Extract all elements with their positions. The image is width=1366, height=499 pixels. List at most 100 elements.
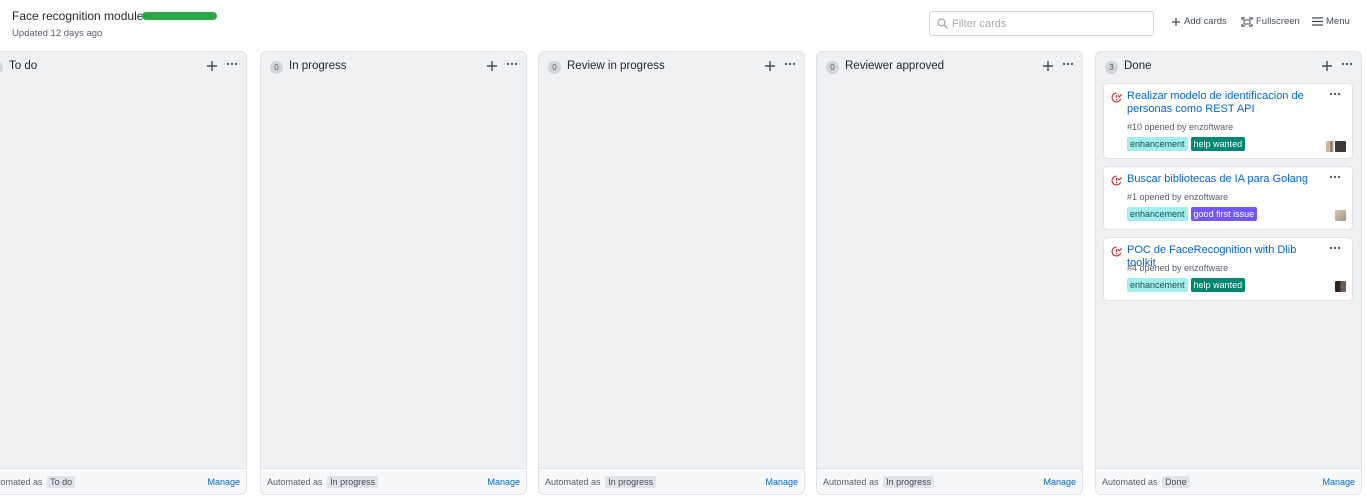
avatar[interactable] <box>1334 280 1347 293</box>
fullscreen-button[interactable]: Fullscreen <box>1241 16 1300 27</box>
column-footer: Automated as In progress Manage <box>539 468 804 494</box>
more-options-icon[interactable] <box>784 62 796 66</box>
manage-automation-link[interactable]: Manage <box>765 477 798 487</box>
label-help-wanted[interactable]: help wanted <box>1190 137 1246 151</box>
add-cards-button[interactable]: Add cards <box>1171 16 1227 27</box>
more-options-icon[interactable] <box>226 62 238 66</box>
automation-status: Automated as In progress <box>545 476 657 488</box>
automation-tag: Done <box>1162 476 1190 488</box>
more-options-icon[interactable] <box>506 62 518 66</box>
menu-button[interactable]: Menu <box>1312 16 1350 27</box>
issue-labels: enhancement help wanted <box>1127 278 1246 292</box>
closed-issue-icon <box>1111 246 1122 257</box>
automation-status: Automated as In progress <box>267 476 379 488</box>
column-title: To do <box>9 60 38 72</box>
assignee-avatars <box>1325 140 1347 153</box>
automation-tag: In progress <box>327 476 379 488</box>
add-card-icon[interactable] <box>206 60 218 72</box>
filter-cards-input[interactable] <box>952 15 1147 33</box>
manage-automation-link[interactable]: Manage <box>487 477 520 487</box>
manage-automation-link[interactable]: Manage <box>1043 477 1076 487</box>
fullscreen-label: Fullscreen <box>1256 16 1300 27</box>
plus-icon <box>1172 17 1180 26</box>
menu-label: Menu <box>1326 16 1350 27</box>
avatar[interactable] <box>1334 209 1347 222</box>
project-progress-bar <box>142 12 217 20</box>
card-more-options-icon[interactable] <box>1329 246 1341 250</box>
automation-status: Automated as Done <box>1102 476 1190 488</box>
issue-title-link[interactable]: Buscar bibliotecas de IA para Golang <box>1127 173 1312 186</box>
issue-card[interactable]: Realizar modelo de identificacion de per… <box>1103 83 1353 159</box>
automation-tag: To do <box>47 476 76 488</box>
project-title: Face recognition module <box>12 9 144 23</box>
avatar[interactable] <box>1334 140 1347 153</box>
hamburger-icon <box>1312 17 1323 26</box>
issue-meta: #10 opened by enzoftware <box>1127 122 1234 132</box>
automation-tag: In progress <box>883 476 935 488</box>
add-cards-label: Add cards <box>1184 16 1227 27</box>
column-header: 3 Done <box>1096 52 1361 82</box>
column-review-in-progress: 0 Review in progress Automated as In pro… <box>538 51 805 495</box>
card-more-options-icon[interactable] <box>1329 92 1341 96</box>
automation-tag: In progress <box>605 476 657 488</box>
manage-automation-link[interactable]: Manage <box>1322 477 1355 487</box>
label-good-first-issue[interactable]: good first issue <box>1190 207 1258 221</box>
more-options-icon[interactable] <box>1062 62 1074 66</box>
filter-cards-field[interactable] <box>929 11 1154 36</box>
column-title: Reviewer approved <box>845 60 945 72</box>
column-in-progress: 0 In progress Automated as In progress M… <box>260 51 527 495</box>
column-header: 0 Reviewer approved <box>817 52 1082 82</box>
manage-automation-link[interactable]: Manage <box>207 477 240 487</box>
add-card-icon[interactable] <box>1321 60 1333 72</box>
automation-status: Automated as To do <box>0 476 76 488</box>
column-footer: Automated as Done Manage <box>1096 468 1361 494</box>
column-to-do: 0 To do Automated as To do Manage <box>0 51 247 495</box>
add-card-icon[interactable] <box>1042 60 1054 72</box>
updated-timestamp: Updated 12 days ago <box>12 28 103 39</box>
project-header: Face recognition module Updated 12 days … <box>0 0 1366 50</box>
column-done: 3 Done Realizar modelo de identificacion… <box>1095 51 1362 495</box>
column-title: Done <box>1124 60 1152 72</box>
issue-card[interactable]: POC de FaceRecognition with Dlib toolkit… <box>1103 237 1353 301</box>
label-help-wanted[interactable]: help wanted <box>1190 278 1246 292</box>
column-reviewer-approved: 0 Reviewer approved Automated as In prog… <box>816 51 1083 495</box>
column-card-count: 0 <box>548 61 561 74</box>
add-card-icon[interactable] <box>764 60 776 72</box>
column-card-count: 0 <box>826 61 839 74</box>
column-header: 0 Review in progress <box>539 52 804 82</box>
column-card-count: 0 <box>270 61 283 74</box>
automated-label: Automated as <box>823 477 879 487</box>
column-footer: Automated as In progress Manage <box>261 468 526 494</box>
issue-card[interactable]: Buscar bibliotecas de IA para Golang #1 … <box>1103 166 1353 230</box>
assignee-avatars <box>1334 209 1347 222</box>
closed-issue-icon <box>1111 92 1122 103</box>
more-options-icon[interactable] <box>1341 62 1353 66</box>
column-card-count: 0 <box>0 61 3 74</box>
add-card-icon[interactable] <box>486 60 498 72</box>
column-footer: Automated as In progress Manage <box>817 468 1082 494</box>
automated-label: Automated as <box>0 477 43 487</box>
closed-issue-icon <box>1111 175 1122 186</box>
issue-labels: enhancement help wanted <box>1127 137 1246 151</box>
column-header: 0 To do <box>0 52 246 82</box>
column-footer: Automated as To do Manage <box>0 468 246 494</box>
automated-label: Automated as <box>545 477 601 487</box>
issue-labels: enhancement good first issue <box>1127 207 1258 221</box>
column-title: In progress <box>289 60 347 72</box>
label-enhancement[interactable]: enhancement <box>1127 278 1188 292</box>
issue-title-link[interactable]: Realizar modelo de identificacion de per… <box>1127 90 1312 116</box>
automated-label: Automated as <box>1102 477 1158 487</box>
search-icon <box>937 18 948 29</box>
issue-meta: #1 opened by enzoftware <box>1127 192 1229 202</box>
assignee-avatars <box>1334 280 1347 293</box>
column-title: Review in progress <box>567 60 665 72</box>
label-enhancement[interactable]: enhancement <box>1127 137 1188 151</box>
card-more-options-icon[interactable] <box>1329 175 1341 179</box>
progress-fill <box>142 12 217 20</box>
fullscreen-icon <box>1241 16 1253 27</box>
issue-meta: #4 opened by enzoftware <box>1127 263 1229 273</box>
column-card-count: 3 <box>1105 61 1118 74</box>
label-enhancement[interactable]: enhancement <box>1127 207 1188 221</box>
column-header: 0 In progress <box>261 52 526 82</box>
automated-label: Automated as <box>267 477 323 487</box>
